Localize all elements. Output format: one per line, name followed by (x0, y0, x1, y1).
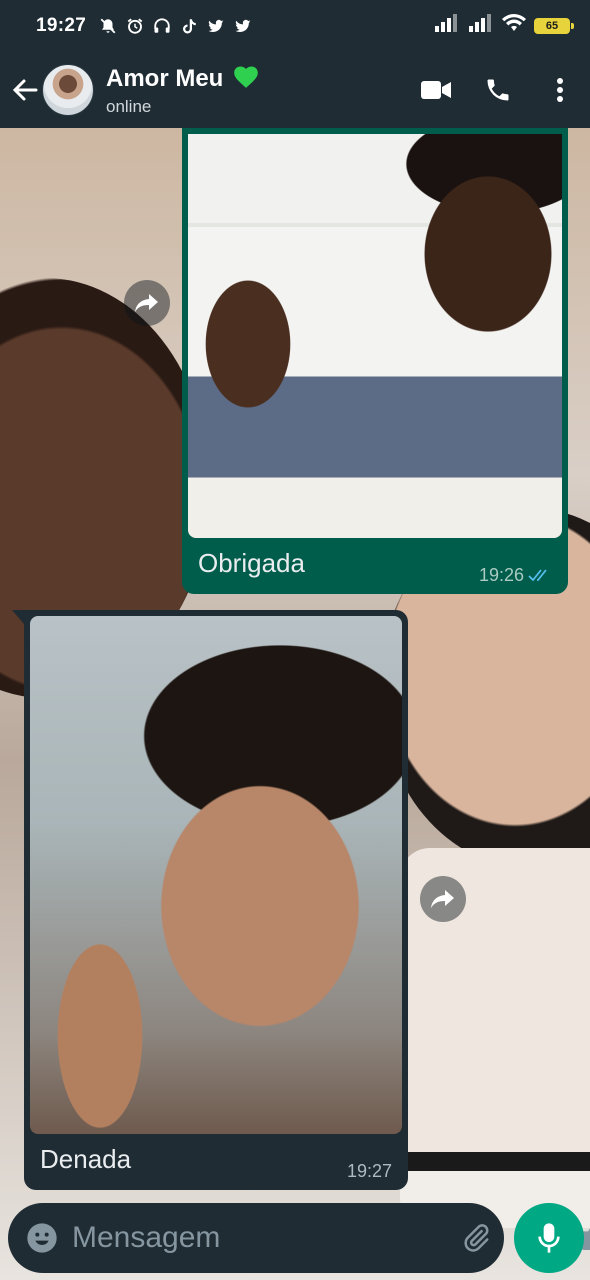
message-time: 19:27 (346, 1161, 392, 1181)
message-composer: R$ (8, 1203, 590, 1273)
green-heart-icon (231, 63, 261, 94)
battery-icon: 65 (534, 18, 574, 34)
alarm-icon (126, 17, 144, 35)
forward-icon (431, 890, 454, 908)
attach-icon (464, 1224, 489, 1252)
double-check-icon (528, 568, 547, 581)
signal-icon (468, 14, 494, 38)
contact-name: Amor Meu (106, 64, 224, 92)
message-photo[interactable] (30, 616, 402, 1134)
attach-button[interactable] (458, 1220, 494, 1256)
forward-button[interactable] (124, 280, 170, 326)
header-actions (418, 70, 578, 110)
headphones-icon (153, 17, 171, 35)
caption-row: Denada 19:27 (30, 1134, 402, 1186)
signal-icon (434, 14, 460, 38)
emoji-button[interactable] (26, 1220, 58, 1256)
message-caption: Obrigada (198, 548, 305, 578)
mic-icon (538, 1223, 560, 1253)
outgoing-image-message[interactable]: Obrigada 19:26 (182, 128, 568, 594)
tiktok-icon (180, 17, 198, 35)
status-left: 19:27 (36, 15, 252, 37)
status-right: 65 (434, 14, 574, 38)
back-arrow-icon (12, 79, 38, 101)
forward-button[interactable] (420, 876, 466, 922)
avatar[interactable] (42, 64, 94, 116)
phone-icon (487, 79, 509, 101)
contact-info[interactable]: Amor Meu online (106, 63, 261, 117)
back-button[interactable] (10, 70, 40, 110)
more-vert-icon (557, 78, 563, 102)
contact-row: Amor Meu (106, 63, 261, 94)
twitter-icon (207, 17, 225, 35)
caption-row: Obrigada 19:26 (188, 538, 562, 590)
chat-header: Amor Meu online (0, 52, 590, 128)
twitter-icon (234, 17, 252, 35)
status-time: 19:27 (36, 15, 87, 36)
message-input[interactable] (72, 1221, 458, 1255)
more-options-button[interactable] (542, 70, 578, 110)
message-meta: 19:27 (347, 1161, 392, 1182)
status-bar: 19:27 65 (0, 0, 590, 52)
incoming-image-message[interactable]: Denada 19:27 (12, 610, 408, 1190)
emoji-icon (27, 1223, 57, 1253)
video-call-icon (421, 81, 451, 99)
mute-icon (99, 17, 117, 35)
contact-status: online (106, 97, 152, 116)
voice-call-button[interactable] (480, 70, 516, 110)
forward-icon (135, 294, 158, 312)
voice-message-button[interactable] (514, 1203, 584, 1273)
message-photo[interactable] (188, 134, 562, 538)
wifi-icon (502, 14, 526, 38)
video-call-button[interactable] (418, 70, 454, 110)
message-meta: 19:26 (479, 565, 552, 586)
message-time: 19:26 (478, 565, 524, 585)
message-caption: Denada (40, 1144, 132, 1174)
